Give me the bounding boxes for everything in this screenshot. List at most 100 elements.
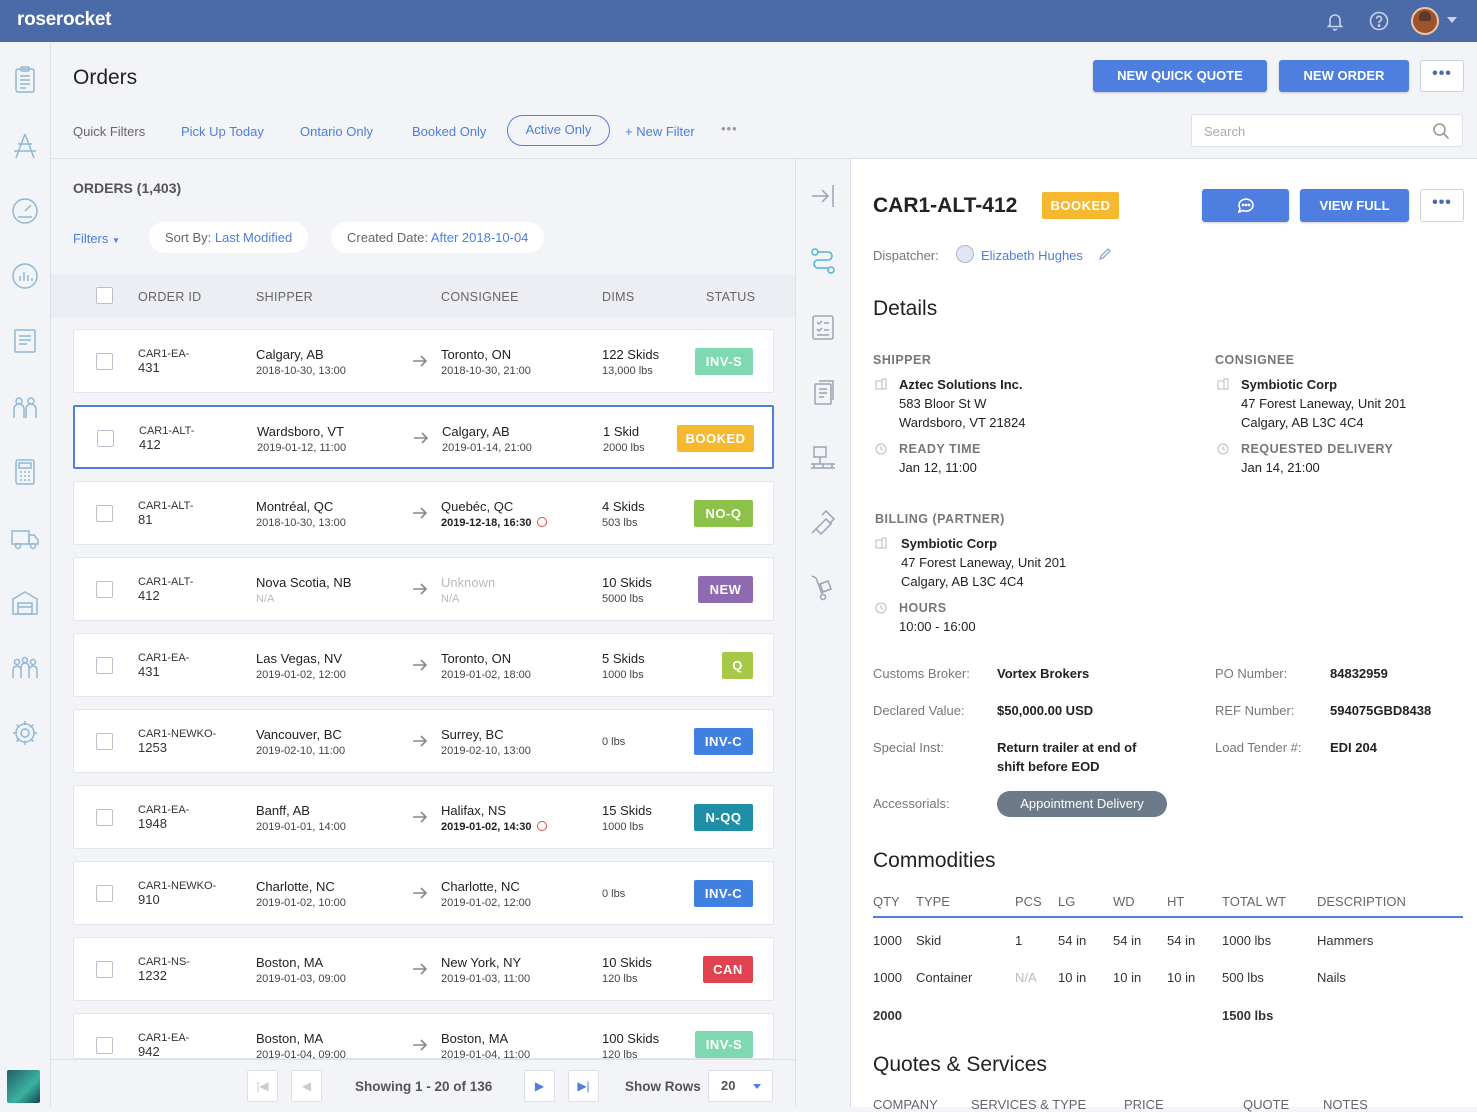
first-page-button[interactable]: |◀ [247,1070,278,1102]
next-page-button[interactable]: ▶ [524,1070,555,1102]
row-checkbox[interactable] [96,505,113,522]
row-checkbox[interactable] [96,809,113,826]
table-row[interactable]: CAR1-EA- 942 Boston, MA 2019-01-04, 09:00 Bo… [73,1013,774,1061]
row-checkbox[interactable] [96,961,113,978]
table-row[interactable]: CAR1-EA- 1948 Banff, AB 2019-01-01, 14:00 Ha… [73,785,774,849]
message-button[interactable] [1202,189,1289,222]
table-row[interactable]: CAR1-NEWKO- 910 Charlotte, NC 2019-01-02, 1… [73,861,774,925]
last-page-button[interactable]: ▶| [568,1070,599,1102]
order-id[interactable]: CAR1-NEWKO- 910 [138,880,216,906]
status-badge: CAN [703,956,753,983]
commodity-lg: 10 in [1058,970,1087,985]
created-date-pill[interactable]: Created Date: After 2018-10-04 [331,222,545,253]
table-row[interactable]: CAR1-EA- 431 Calgary, AB 2018-10-30, 13:00 T… [73,329,774,393]
arrow-right-icon [411,352,429,370]
ref-number-value: 594075GBD8438 [1330,703,1432,718]
table-row[interactable]: CAR1-NEWKO- 1253 Vancouver, BC 2019-02-10, … [73,709,774,773]
table-row[interactable]: CAR1-ALT- 412 Wardsboro, VT 2019-01-12, 11:… [73,405,774,469]
select-all-checkbox[interactable] [96,287,113,304]
checklist-tab-icon[interactable] [808,312,838,342]
dispatcher-name[interactable]: Elizabeth Hughes [981,248,1083,263]
company-logo[interactable] [7,1070,40,1103]
user-avatar[interactable] [1411,7,1439,35]
collapse-panel-icon[interactable] [808,181,838,211]
order-id[interactable]: CAR1-ALT- 412 [139,425,194,451]
calculator-icon[interactable] [9,456,41,488]
showing-count: Showing 1 - 20 of 136 [355,1079,493,1094]
order-id[interactable]: CAR1-ALT- 81 [138,500,193,526]
commodity-wd: 54 in [1113,933,1142,948]
row-checkbox[interactable] [97,430,114,447]
truck-icon[interactable] [9,522,41,554]
search-input[interactable]: Search [1191,114,1463,147]
routes-icon[interactable] [9,130,41,162]
row-checkbox[interactable] [96,353,113,370]
consignee-city: Toronto, ON [441,347,512,362]
orders-clipboard-icon[interactable] [9,64,41,96]
contacts-people-icon[interactable] [9,391,41,423]
new-quick-quote-button[interactable]: NEW QUICK QUOTE [1093,60,1267,92]
accessorial-chip[interactable]: Appointment Delivery [997,791,1167,817]
order-id[interactable]: CAR1-NS- 1232 [138,956,190,982]
declared-value-value: $50,000.00 USD [997,703,1094,718]
documents-icon[interactable] [9,325,41,357]
bell-icon[interactable] [1325,11,1345,31]
arrow-right-icon [411,884,429,902]
table-row[interactable]: CAR1-NS- 1232 Boston, MA 2019-01-03, 09:00 N… [73,937,774,1001]
reports-chart-icon[interactable] [9,260,41,292]
warehouse-icon[interactable] [9,587,41,619]
detail-more-button[interactable]: ••• [1420,189,1464,222]
column-shipper[interactable]: SHIPPER [256,290,313,304]
column-order-id[interactable]: ORDER ID [138,290,202,304]
prev-page-button[interactable]: ◀ [291,1070,322,1102]
header-more-button[interactable]: ••• [1420,60,1464,92]
pencil-edit-icon[interactable] [1098,247,1112,261]
order-id[interactable]: CAR1-EA- 431 [138,652,189,678]
filters-dropdown[interactable]: Filters ▼ [73,231,120,246]
chevron-down-icon[interactable] [1447,17,1457,23]
table-row[interactable]: CAR1-EA- 431 Las Vegas, NV 2019-01-02, 12:0… [73,633,774,697]
quick-filter-pick-up-today[interactable]: Pick Up Today [181,124,264,139]
dashboard-gauge-icon[interactable] [9,195,41,227]
row-checkbox[interactable] [96,1037,113,1054]
row-checkbox[interactable] [96,581,113,598]
created-date-value: After 2018-10-04 [430,230,529,245]
order-id[interactable]: CAR1-EA- 942 [138,1032,189,1058]
column-dims[interactable]: DIMS [602,290,634,304]
pallet-tab-icon[interactable] [808,442,838,472]
column-consignee[interactable]: CONSIGNEE [441,290,519,304]
column-status[interactable]: STATUS [706,290,755,304]
table-row[interactable]: CAR1-ALT- 412 Nova Scotia, NB N/A Unknown N/A… [73,557,774,621]
documents-tab-icon[interactable] [808,377,838,407]
search-icon[interactable] [1432,122,1450,140]
hand-truck-tab-icon[interactable] [808,572,838,602]
consignee-name: Symbiotic Corp [1241,377,1338,392]
handshake-tab-icon[interactable] [808,507,838,537]
order-id[interactable]: CAR1-EA- 431 [138,348,189,374]
quick-filter-ontario-only[interactable]: Ontario Only [300,124,373,139]
help-icon[interactable] [1369,11,1389,31]
gear-icon[interactable] [9,717,41,749]
new-filter-link[interactable]: + New Filter [625,124,695,139]
sort-by-pill[interactable]: Sort By: Last Modified [149,222,309,253]
row-checkbox[interactable] [96,657,113,674]
order-id[interactable]: CAR1-ALT- 412 [138,576,193,602]
row-checkbox[interactable] [96,733,113,750]
row-checkbox[interactable] [96,885,113,902]
route-tab-icon[interactable] [808,246,838,276]
rows-per-page-select[interactable]: 20 [708,1070,773,1102]
quick-filter-active-only[interactable]: Active Only [507,115,610,146]
table-row[interactable]: CAR1-ALT- 81 Montréal, QC 2018-10-30, 13:00… [73,481,774,545]
details-heading: Details [873,297,938,320]
quick-filter-booked-only[interactable]: Booked Only [412,124,486,139]
arrow-right-icon [411,580,429,598]
team-icon[interactable] [9,652,41,684]
billing-name: Symbiotic Corp [901,536,998,551]
new-order-button[interactable]: NEW ORDER [1279,60,1409,92]
app-logo[interactable]: roserocket [17,9,111,31]
quick-filters-more[interactable]: ••• [721,121,738,136]
top-bar: roserocket [0,0,1477,42]
view-full-button[interactable]: VIEW FULL [1300,189,1409,222]
order-id[interactable]: CAR1-EA- 1948 [138,804,189,830]
order-id[interactable]: CAR1-NEWKO- 1253 [138,728,216,754]
